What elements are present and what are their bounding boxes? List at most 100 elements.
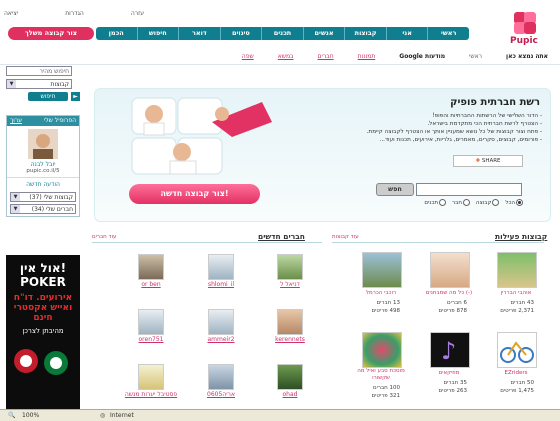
create-group-nav-button[interactable]: צור קבוצה משלך xyxy=(8,27,94,40)
top-links: עזרה הגדרות יציאה xyxy=(4,10,144,17)
group-thumb[interactable] xyxy=(362,252,402,288)
music-note-icon: ♪ xyxy=(441,337,456,365)
friend-avatar[interactable] xyxy=(208,309,234,335)
arrow-icon[interactable]: ► xyxy=(71,92,80,101)
poker-ad-banner[interactable]: אול אין! POKER אירועים. דו"ח ואייש אקסטר… xyxy=(6,255,80,410)
avatar[interactable] xyxy=(28,129,58,159)
zoom-icon[interactable]: 🔍 xyxy=(8,410,15,421)
group-thumb[interactable] xyxy=(497,332,537,368)
subnav-burden[interactable]: במשא xyxy=(278,53,294,60)
radio-all-label: הכל xyxy=(505,199,515,206)
search-scope-select[interactable]: קבוצות ▼ xyxy=(6,79,72,89)
hero-bullet: - הדור השלישי של הרשתות החברתיות והפופ! xyxy=(432,113,542,119)
group-posts: 321 פריטים xyxy=(371,393,400,399)
ad-line6: מהיבתן לצרכן xyxy=(22,327,64,335)
hero-bullet: - פתח וצור קבוצות של כל נושא שמעניין אות… xyxy=(366,129,542,135)
breadcrumb-home[interactable]: ראשי xyxy=(469,53,482,60)
my-friends-select[interactable]: חברים שלי (34) ▼ xyxy=(10,204,76,214)
browser-status-bar: 🔍 100% ◎ Internet xyxy=(0,409,560,421)
friend-name[interactable]: פסטיבל יערות מנשה xyxy=(121,391,181,398)
group-thumb[interactable] xyxy=(430,252,470,288)
friend-avatar[interactable] xyxy=(277,254,303,280)
radio-friend[interactable]: חבר xyxy=(452,199,470,206)
profile-edit-link[interactable]: ערוך xyxy=(10,116,22,126)
new-message-link[interactable]: הודעה חדשה xyxy=(26,181,60,188)
logo[interactable]: Pupic xyxy=(492,8,554,50)
friend-name[interactable]: kerennets xyxy=(270,336,310,343)
friend-avatar[interactable] xyxy=(138,309,164,335)
quick-search-input[interactable]: חיפוש מהיר xyxy=(6,66,72,76)
my-friends-value: חברים שלי (34) xyxy=(31,206,73,213)
nav-home[interactable]: ראשי xyxy=(427,27,469,40)
group-members: 6 חברים xyxy=(446,300,467,306)
nav-people[interactable]: אנשים xyxy=(302,27,345,40)
friend-avatar[interactable] xyxy=(277,364,303,390)
share-button[interactable]: ✚ SHARE xyxy=(453,155,523,167)
nav-mail[interactable]: דואר xyxy=(178,27,220,40)
friend-avatar[interactable] xyxy=(138,254,164,280)
friend-avatar[interactable] xyxy=(138,364,164,390)
profile-site[interactable]: pupic.co.il/5 xyxy=(10,168,76,174)
subnav-friends[interactable]: חברים xyxy=(318,53,334,60)
hero-title: רשת חברתית פופיק xyxy=(450,97,540,108)
all-friends-link[interactable]: עוד חברים xyxy=(92,234,116,240)
radio-content[interactable]: תכנים xyxy=(424,199,447,206)
sidebar-search-button[interactable]: חיפוש xyxy=(28,92,68,101)
hero-search-button[interactable]: חפש xyxy=(376,183,414,196)
radio-group[interactable]: קבוצה xyxy=(476,199,500,206)
group-name[interactable]: אוהבי הבררין xyxy=(487,290,545,296)
ad-line1: אול אין! xyxy=(19,261,67,275)
friend-name[interactable]: אריה0605 xyxy=(201,391,241,398)
my-groups-select[interactable]: קבוצות שלי (37) ▼ xyxy=(10,192,76,202)
group-thumb[interactable]: ♪ xyxy=(430,332,470,368)
profile-name[interactable]: יובל לבנה xyxy=(10,161,76,168)
group-name[interactable]: רוכבי הכרמל xyxy=(352,290,410,296)
friend-name[interactable]: or ben xyxy=(131,281,171,288)
radio-all[interactable]: הכל xyxy=(505,199,523,206)
nav-extra[interactable]: הכמן xyxy=(96,27,137,40)
main-nav: ראשי אני קבוצות אנשים תכנים סיגוים דואר … xyxy=(96,27,469,50)
logout-link[interactable]: יציאה xyxy=(4,10,18,17)
settings-link[interactable]: הגדרות xyxy=(65,10,84,17)
group-name[interactable]: מוזיקאים xyxy=(420,370,478,376)
subnav-language[interactable]: שפה xyxy=(242,53,254,60)
group-thumb[interactable] xyxy=(497,252,537,288)
group-name[interactable]: כל מה שמבחנים (-) xyxy=(420,290,478,296)
help-link[interactable]: עזרה xyxy=(131,10,144,17)
group-posts: 1,475 פריטים xyxy=(500,388,534,394)
friend-avatar[interactable] xyxy=(208,364,234,390)
group-name[interactable]: מוסכת סבע ואיל מה שקשורו xyxy=(352,368,410,382)
subnav-photos[interactable]: תמונות xyxy=(358,53,376,60)
group-stats: 13 חברים 498 פריטים xyxy=(360,299,400,315)
share-label: SHARE xyxy=(481,158,501,164)
friend-name[interactable]: oren751 xyxy=(131,336,171,343)
all-groups-link[interactable]: עוד קבוצות xyxy=(332,234,359,240)
friend-avatar[interactable] xyxy=(277,309,303,335)
nav-groups[interactable]: קבוצות xyxy=(344,27,386,40)
search-scope-value: קבוצות xyxy=(50,81,70,88)
bicycle-icon xyxy=(500,341,534,363)
group-members: 50 חברים xyxy=(510,380,534,386)
nav-tags[interactable]: סיגוים xyxy=(219,27,262,40)
nav-me[interactable]: אני xyxy=(385,27,428,40)
hero-search-input[interactable] xyxy=(416,183,522,196)
group-name[interactable]: EZriders xyxy=(487,370,545,376)
friend-name[interactable]: ohad xyxy=(270,391,310,398)
nav-content[interactable]: תכנים xyxy=(261,27,303,40)
group-thumb[interactable] xyxy=(362,332,402,368)
friend-avatar[interactable] xyxy=(208,254,234,280)
groups-section-title[interactable]: קבוצות פעילות xyxy=(495,232,547,241)
friend-name[interactable]: shlomi_il xyxy=(201,281,241,288)
search-scope-radios: הכל קבוצה חבר תכנים xyxy=(377,199,523,206)
zoom-level[interactable]: 100% xyxy=(22,410,39,421)
chevron-down-icon: ▼ xyxy=(7,80,16,88)
create-group-button[interactable]: צור קבוצה חדשה! xyxy=(129,184,260,204)
profile-panel: הפרופיל שלי ערוך יובל לבנה pupic.co.il/5… xyxy=(6,115,80,217)
chevron-down-icon: ▼ xyxy=(11,193,20,201)
breadcrumb-label: אתה נמצא כאן xyxy=(506,53,548,60)
friend-name[interactable]: ammeir2 xyxy=(201,336,241,343)
friends-section-title[interactable]: חברים חדשים xyxy=(258,232,305,241)
group-members: 35 חברים xyxy=(443,380,467,386)
nav-advanced-search[interactable]: חיפוש מתקדם xyxy=(136,27,179,50)
friend-name[interactable]: דניאל ל xyxy=(270,281,310,288)
